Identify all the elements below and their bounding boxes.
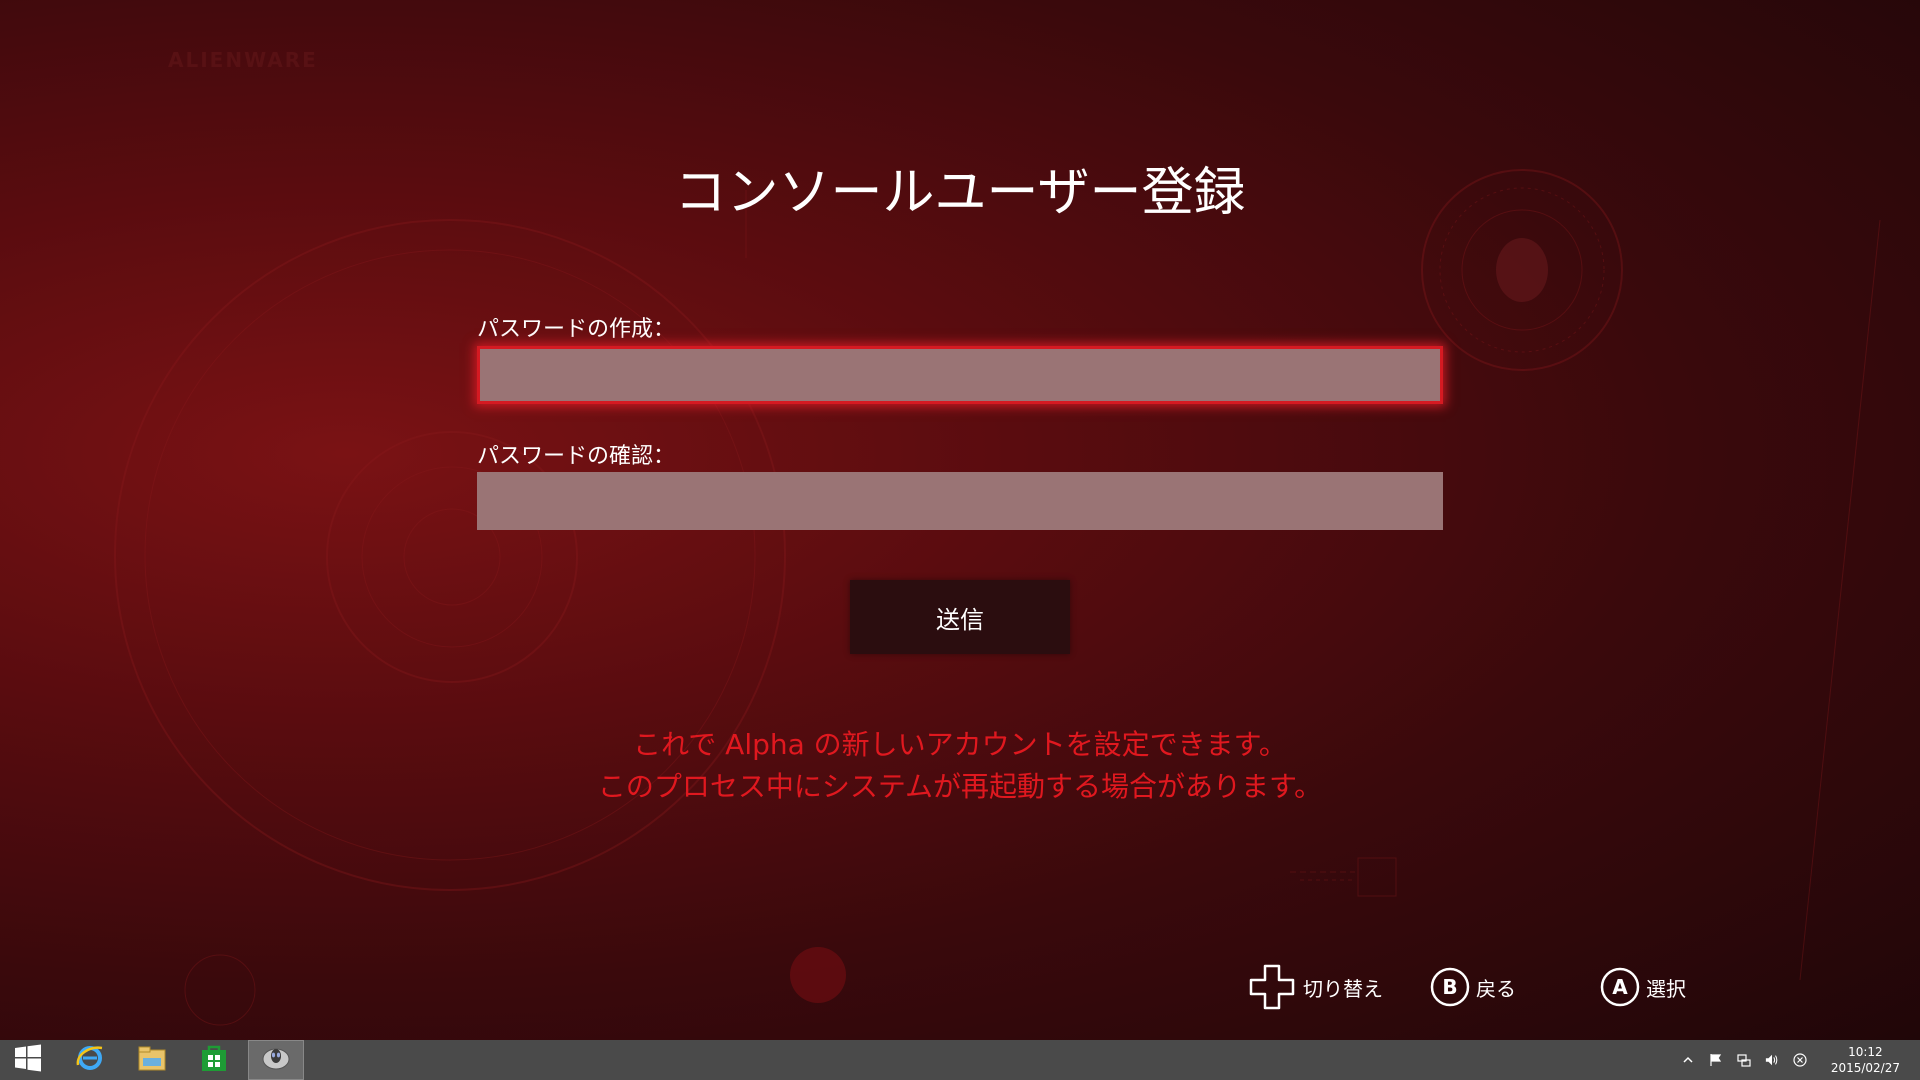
hint-back-label: 戻る <box>1476 976 1516 1001</box>
hint-switch-label: 切り替え <box>1303 976 1383 1001</box>
action-center-flag-icon[interactable] <box>1709 1053 1723 1067</box>
taskbar-file-explorer[interactable] <box>124 1040 180 1080</box>
info-line-1: これで Alpha の新しいアカウントを設定できます。 <box>633 728 1287 761</box>
password-create-field[interactable] <box>477 346 1443 404</box>
password-confirm-field[interactable] <box>477 472 1443 530</box>
internet-explorer-icon <box>75 1043 105 1077</box>
hint-switch[interactable]: 切り替え <box>1247 962 1383 1012</box>
start-button[interactable] <box>0 1040 56 1080</box>
password-create-label: パスワードの作成： <box>477 317 676 342</box>
network-icon[interactable] <box>1737 1053 1751 1067</box>
alienware-app-icon <box>260 1043 292 1077</box>
taskbar-alienware-app[interactable] <box>248 1040 304 1080</box>
store-icon <box>200 1044 228 1076</box>
volume-icon[interactable] <box>1765 1053 1779 1067</box>
info-message: これで Alpha の新しいアカウントを設定できます。 このプロセス中にシステム… <box>0 724 1920 808</box>
show-hidden-icons-chevron[interactable] <box>1681 1053 1695 1067</box>
info-line-2: このプロセス中にシステムが再起動する場合があります。 <box>597 770 1323 803</box>
windows-start-icon <box>14 1044 42 1076</box>
console-user-registration-screen: ALIENWARE コンソールユーザー登録 パスワードの作成： パスワードの確認… <box>0 0 1920 1080</box>
svg-text:B: B <box>1442 975 1457 999</box>
b-button-icon: B <box>1430 967 1470 1007</box>
taskbar-internet-explorer[interactable] <box>62 1040 118 1080</box>
submit-button[interactable]: 送信 <box>850 580 1070 654</box>
alienware-logo: ALIENWARE <box>168 48 318 72</box>
taskbar: 10:12 2015/02/27 <box>0 1040 1920 1080</box>
hint-select[interactable]: A 選択 <box>1600 962 1686 1012</box>
file-explorer-icon <box>137 1044 167 1076</box>
clock-date: 2015/02/27 <box>1830 1061 1900 1075</box>
close-circle-icon[interactable] <box>1793 1053 1807 1067</box>
hint-back[interactable]: B 戻る <box>1430 962 1516 1012</box>
taskbar-clock[interactable]: 10:12 2015/02/27 <box>1831 1044 1900 1076</box>
page-title: コンソールユーザー登録 <box>674 163 1246 223</box>
hint-select-label: 選択 <box>1646 976 1686 1001</box>
password-confirm-label: パスワードの確認： <box>477 444 676 469</box>
dpad-icon <box>1247 962 1297 1012</box>
system-tray: 10:12 2015/02/27 <box>1681 1040 1920 1080</box>
taskbar-store[interactable] <box>186 1040 242 1080</box>
clock-time: 10:12 <box>1848 1045 1883 1059</box>
a-button-icon: A <box>1600 967 1640 1007</box>
svg-text:A: A <box>1612 975 1628 999</box>
